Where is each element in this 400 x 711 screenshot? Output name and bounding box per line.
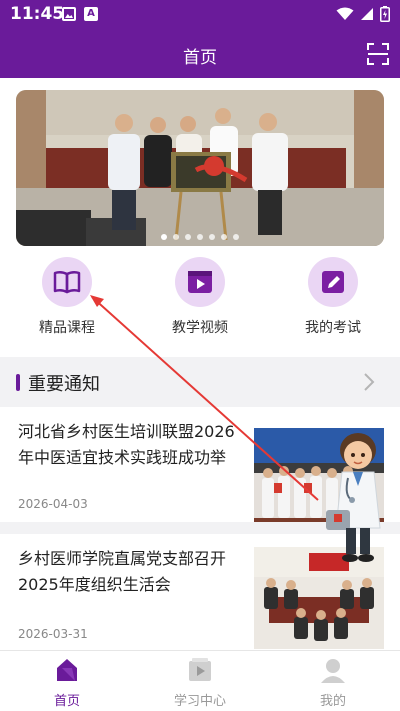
battery-icon [380,6,390,22]
carousel-dot[interactable] [209,234,215,240]
quick-item-exams[interactable]: 我的考试 [283,255,383,337]
news-date: 2026-04-03 [18,497,88,511]
home-icon [57,659,77,681]
tab-label: 学习中心 [173,694,226,709]
wifi-icon [336,7,354,20]
app-notification-icon: A [84,7,98,21]
exam-edit-icon [308,257,358,307]
tab-profile[interactable]: 我的 [283,657,383,709]
carousel-indicator[interactable] [16,234,384,240]
news-title: 河北省乡村医生培训联盟2026年中医适宜技术实践班成功举 [18,422,235,467]
app-header: 首页 [0,30,400,78]
gallery-notification-icon [62,7,76,21]
book-icon [42,257,92,307]
home-screen: 11:45 A 首页 精品课程 教学视频 我的考试 重要通知 河北省乡村医生培训… [0,0,400,711]
banner-carousel[interactable] [16,90,384,246]
status-time: 11:45 [10,4,65,24]
video-play-icon [175,257,225,307]
carousel-dot[interactable] [173,234,179,240]
section-title: 重要通知 [28,374,100,395]
study-center-icon [189,658,211,681]
news-date: 2026-03-31 [18,627,88,641]
banner-photo [16,90,384,246]
quick-item-label: 教学视频 [172,320,228,336]
chevron-right-icon[interactable] [362,371,376,393]
quick-menu: 精品课程 教学视频 我的考试 [0,255,400,350]
tab-label: 我的 [319,694,346,709]
signal-icon [361,8,373,20]
quick-item-label: 我的考试 [305,320,361,336]
tab-study-center[interactable]: 学习中心 [150,657,250,709]
quick-item-label: 精品课程 [39,320,95,336]
news-title: 乡村医师学院直属党支部召开2025年度组织生活会 [18,549,227,594]
status-bar: 11:45 A [0,0,400,30]
carousel-dot[interactable] [185,234,191,240]
carousel-dot[interactable] [161,234,167,240]
page-title: 首页 [183,48,217,68]
tab-home[interactable]: 首页 [17,657,117,709]
carousel-dot[interactable] [197,234,203,240]
doctor-mascot[interactable] [326,428,390,568]
bottom-tab-bar: 首页 学习中心 我的 [0,650,400,711]
carousel-dot[interactable] [233,234,239,240]
carousel-dot[interactable] [221,234,227,240]
scan-icon[interactable] [366,42,390,66]
quick-item-courses[interactable]: 精品课程 [17,255,117,337]
profile-icon [321,659,345,683]
tab-label: 首页 [53,694,80,709]
section-accent-bar [16,374,20,391]
quick-item-videos[interactable]: 教学视频 [150,255,250,337]
notice-section-header[interactable]: 重要通知 [0,357,400,407]
